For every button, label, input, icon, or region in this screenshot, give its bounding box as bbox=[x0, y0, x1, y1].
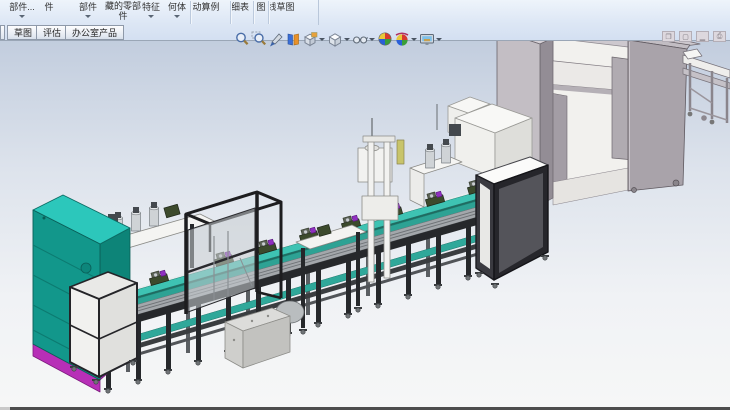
apply-scene-icon[interactable] bbox=[393, 30, 410, 48]
ribbon-button-label: 件 bbox=[34, 0, 64, 12]
view-orientation-icon[interactable] bbox=[284, 30, 301, 48]
document-window-controls: ❐ ▢ ▁ ⎙ bbox=[662, 31, 726, 42]
tab-stub[interactable] bbox=[0, 25, 5, 40]
dropdown-caret-icon[interactable] bbox=[410, 30, 418, 48]
ribbon-button-label: 线草图 bbox=[261, 0, 301, 12]
window-maximize-icon[interactable]: ▢ bbox=[679, 31, 692, 42]
ribbon-button-label: 部件 bbox=[68, 0, 108, 12]
zoom-to-area-icon[interactable] bbox=[250, 30, 267, 48]
view-settings-icon[interactable] bbox=[418, 30, 435, 48]
ribbon-button-fastener[interactable]: 件 bbox=[34, 0, 64, 12]
ribbon-separator bbox=[190, 1, 191, 24]
dropdown-caret-icon[interactable] bbox=[318, 30, 326, 48]
dropdown-caret-icon[interactable] bbox=[19, 15, 25, 18]
zoom-to-fit-icon[interactable] bbox=[233, 30, 250, 48]
section-view-icon[interactable] bbox=[267, 30, 284, 48]
dropdown-caret-icon[interactable] bbox=[85, 15, 91, 18]
dropdown-caret-icon[interactable] bbox=[174, 15, 180, 18]
ribbon-separator bbox=[230, 1, 231, 24]
tab-label: 办公室产品 bbox=[72, 28, 117, 38]
tab-office-products[interactable]: 办公室产品 bbox=[65, 25, 124, 40]
tab-label: 评估 bbox=[43, 28, 61, 38]
view-cube-icon[interactable] bbox=[301, 30, 318, 48]
hide-show-items-icon[interactable] bbox=[351, 30, 368, 48]
window-restore-icon[interactable]: ❐ bbox=[662, 31, 675, 42]
window-minimize-icon[interactable]: ▁ bbox=[696, 31, 709, 42]
ribbon-separator bbox=[253, 1, 254, 24]
solidworks-window: { "ribbon": { "buttons": [ { "label": "部… bbox=[0, 0, 730, 410]
ribbon-button-explode-line-sketch[interactable]: 线草图 bbox=[261, 0, 301, 12]
tab-sketch[interactable]: 草图 bbox=[7, 25, 39, 40]
edit-appearance-icon[interactable] bbox=[376, 30, 393, 48]
ribbon-button-move-component[interactable]: 部件 bbox=[68, 0, 108, 12]
tab-evaluate[interactable]: 评估 bbox=[36, 25, 68, 40]
graphics-area[interactable] bbox=[0, 41, 730, 407]
ribbon-group-edge bbox=[318, 0, 319, 25]
dropdown-caret-icon[interactable] bbox=[343, 30, 351, 48]
dropdown-caret-icon[interactable] bbox=[148, 15, 154, 18]
dropdown-caret-icon[interactable] bbox=[368, 30, 376, 48]
window-close-icon[interactable]: ⎙ bbox=[713, 31, 726, 42]
heads-up-view-toolbar bbox=[233, 29, 443, 49]
display-style-icon[interactable] bbox=[326, 30, 343, 48]
dropdown-caret-icon[interactable] bbox=[435, 30, 443, 48]
ribbon-separator bbox=[268, 1, 269, 24]
tab-label: 草图 bbox=[14, 28, 32, 38]
